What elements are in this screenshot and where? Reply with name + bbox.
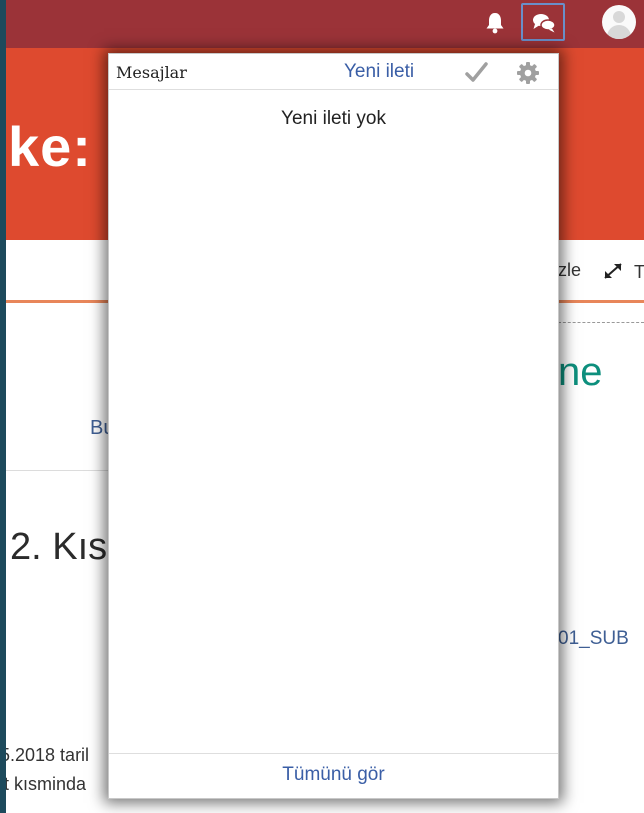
popover-header: Mesajlar Yeni ileti bbox=[109, 54, 558, 90]
dashed-divider bbox=[558, 322, 644, 323]
site-logo[interactable]: ke: bbox=[8, 114, 92, 179]
expand-icon[interactable] bbox=[600, 260, 626, 282]
empty-messages-text: Yeni ileti yok bbox=[281, 108, 386, 129]
bell-icon[interactable] bbox=[482, 10, 508, 36]
checkmark-icon[interactable] bbox=[464, 61, 488, 85]
section-divider bbox=[6, 470, 116, 471]
paragraph-line: 5.2018 taril bbox=[6, 745, 90, 765]
popover-title: Mesajlar bbox=[116, 63, 187, 82]
gear-icon[interactable] bbox=[516, 61, 540, 85]
user-avatar-icon[interactable] bbox=[602, 5, 636, 39]
messages-toggle-button[interactable] bbox=[521, 3, 565, 41]
see-all-link[interactable]: Tümünü gör bbox=[109, 764, 558, 786]
section-title: 2. Kıs bbox=[10, 526, 108, 568]
paragraph-line: t kısminda bbox=[6, 774, 87, 794]
file-link[interactable]: 01_SUB bbox=[558, 628, 629, 650]
course-title: ne bbox=[558, 350, 603, 394]
chat-bubbles-icon bbox=[533, 14, 556, 33]
messages-popover: Mesajlar Yeni ileti Yeni ileti yok Tümün… bbox=[108, 53, 559, 799]
nav-item-trailing[interactable]: T bbox=[634, 262, 644, 283]
popover-footer: Tümünü gör bbox=[109, 753, 558, 799]
new-message-link[interactable]: Yeni ileti bbox=[344, 61, 414, 83]
top-navbar bbox=[6, 0, 644, 48]
